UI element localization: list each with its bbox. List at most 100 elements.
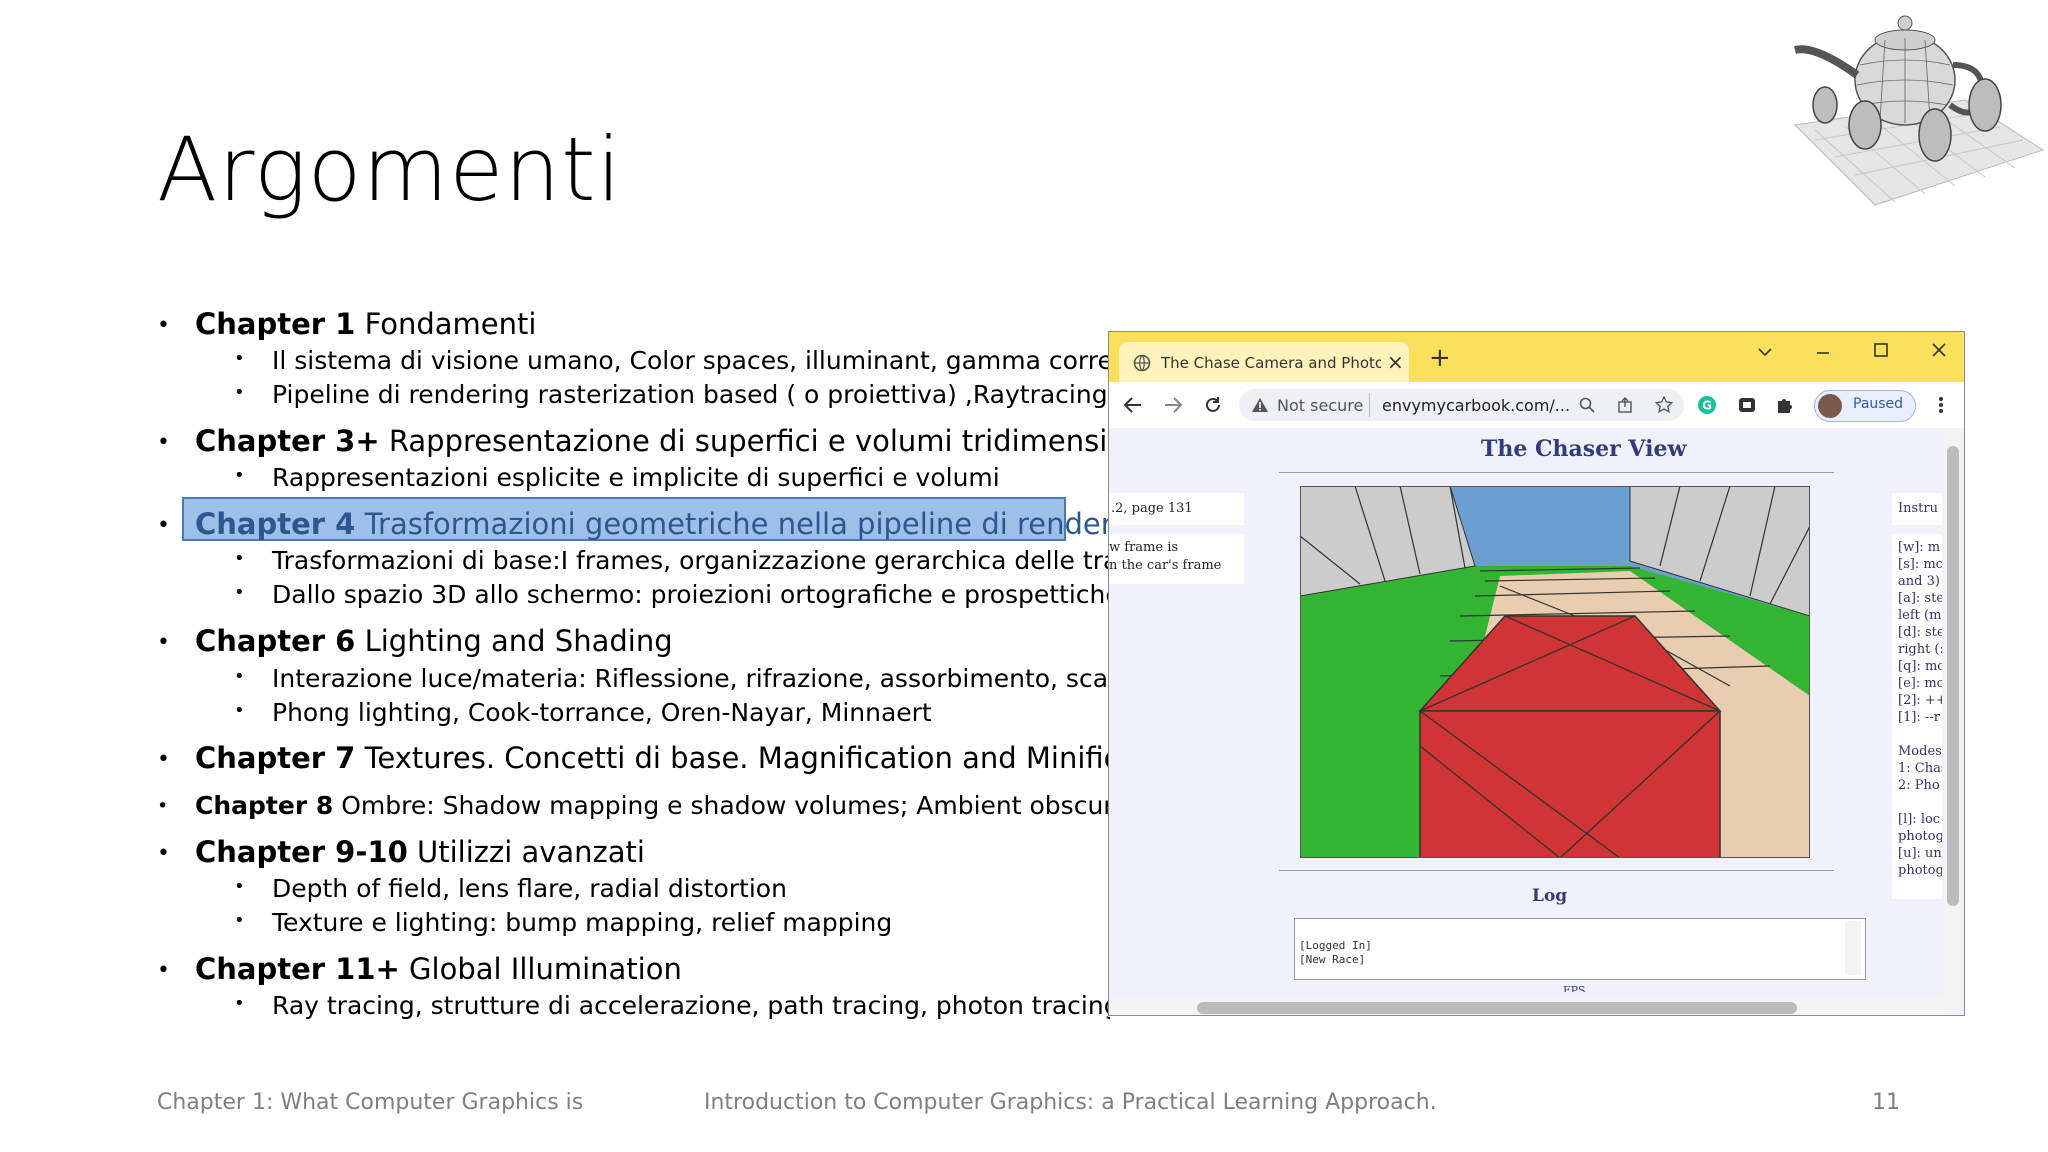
chapter-3-topic: Rappresentazioni esplicite e implicite d… [272, 463, 1000, 492]
chapter-label: Chapter 9-10 [195, 835, 408, 869]
warning-icon [1252, 398, 1268, 412]
profile-button[interactable]: Paused [1814, 390, 1916, 422]
back-icon[interactable] [1123, 396, 1143, 414]
puzzle-icon[interactable] [1775, 395, 1795, 415]
chevron-down-icon[interactable] [1757, 346, 1773, 358]
tab-bar: The Chase Camera and Photogra × + [1109, 332, 1964, 382]
footer-chapter: Chapter 1: What Computer Graphics is [157, 1090, 584, 1115]
minimize-icon[interactable] [1815, 346, 1831, 358]
page-content: The Chaser View .2, page 131 w frame is … [1109, 428, 1964, 1015]
forward-icon[interactable] [1163, 396, 1183, 414]
extension-icon[interactable] [1737, 395, 1757, 415]
address-bar[interactable]: Not secure envymycarbook.com/... [1239, 389, 1684, 421]
chapter-label: Chapter 8 [195, 791, 334, 820]
chapter-label: Chapter 6 [195, 624, 356, 658]
chapter-label: Chapter 11+ [195, 952, 400, 986]
bullet-icon: • [234, 700, 245, 721]
reload-icon[interactable] [1203, 395, 1223, 415]
horizontal-scrollbar[interactable] [1109, 998, 1944, 1015]
chapter-label: Chapter 1 [195, 307, 356, 341]
bullet-icon: • [157, 958, 170, 983]
info-text: n the car's frame [1109, 558, 1222, 573]
bullet-icon: • [157, 841, 170, 866]
chapter-1-topic: Il sistema di visione umano, Color space… [272, 346, 1110, 375]
bullet-icon: • [234, 348, 245, 369]
info-box: w frame is n the car's frame [1109, 534, 1244, 584]
bullet-icon: • [234, 666, 245, 687]
instruction-line: photog [1898, 829, 1942, 844]
close-window-icon[interactable] [1931, 342, 1947, 358]
info-text: w frame is [1109, 540, 1179, 555]
scroll-thumb[interactable] [1197, 1002, 1797, 1014]
scroll-thumb[interactable] [1947, 446, 1959, 906]
log-textarea[interactable]: [Logged In] [New Race] [1294, 918, 1866, 980]
globe-icon [1133, 354, 1151, 372]
chapter-title: Lighting and Shading [355, 624, 673, 658]
close-tab-icon[interactable]: × [1387, 350, 1404, 374]
instruction-line: 1: Chas [1898, 761, 1942, 776]
bullet-icon: • [234, 910, 245, 931]
instruction-line: 2: Pho [1898, 778, 1940, 793]
toolbar: Not secure envymycarbook.com/... G Pause… [1109, 382, 1964, 429]
instruction-line: [s]: mc [1898, 557, 1942, 572]
info-box: .2, page 131 [1109, 493, 1244, 525]
share-icon[interactable] [1617, 397, 1633, 413]
chapter-4-topic: Trasformazioni di base:I frames, organiz… [272, 546, 1110, 575]
security-label: Not secure [1277, 396, 1364, 415]
url-text: envymycarbook.com/... [1382, 396, 1571, 415]
instruction-line: left (m [1898, 608, 1942, 623]
instructions-header: Instru [1892, 493, 1942, 525]
chapter-label: Chapter 4 [195, 507, 356, 541]
chapter-title: Trasformazioni geometriche nella pipelin… [355, 507, 1110, 541]
instruction-line: right (: [1898, 642, 1942, 657]
grammarly-extension-icon[interactable]: G [1697, 395, 1717, 415]
bullet-icon: • [234, 876, 245, 897]
bullet-icon: • [157, 313, 170, 338]
instruction-line: [d]: ste [1898, 625, 1942, 640]
chapter-title: Rappresentazione di superfici e volumi t… [379, 424, 1110, 458]
maximize-icon[interactable] [1873, 342, 1889, 358]
bullet-icon: • [234, 465, 245, 486]
divider [1279, 870, 1834, 871]
chapter-4-topic: Dallo spazio 3D allo schermo: proiezioni… [272, 580, 1110, 609]
instruction-line: photog [1898, 863, 1942, 878]
instruction-line: [2]: ++ [1898, 693, 1942, 708]
browser-tab[interactable]: The Chase Camera and Photogra × [1119, 342, 1409, 382]
chapter-9-10-topic: Depth of field, lens flare, radial disto… [272, 874, 787, 903]
instructions-panel: [w]: m [s]: mc and 3) [a]: ste left (m [d]: s… [1892, 534, 1942, 899]
instruction-line: [l]: loc [1898, 812, 1941, 827]
bullet-icon: • [157, 630, 170, 655]
instruction-line: [w]: m [1898, 540, 1941, 555]
bullet-icon: • [234, 548, 245, 569]
topics-list: • Chapter 1 Fondamenti • Il sistema di v… [0, 0, 1110, 1152]
bullet-icon: • [157, 747, 170, 772]
chapter-6-topic: Phong lighting, Cook-torrance, Oren-Naya… [272, 698, 932, 727]
chapter-title: Global Illumination [399, 952, 682, 986]
instruction-line: [e]: mc [1898, 676, 1942, 691]
bullet-icon: • [234, 993, 245, 1014]
new-tab-button[interactable]: + [1429, 343, 1451, 373]
teapot-car-logo [1793, 15, 2045, 206]
bullet-icon: • [157, 795, 169, 817]
log-scrollbar[interactable] [1845, 921, 1861, 975]
instruction-line: [1]: --r [1898, 710, 1940, 725]
page-heading: The Chaser View [1481, 436, 1687, 462]
instruction-line: [q]: mc [1898, 659, 1942, 674]
log-line: [Logged In] [1299, 939, 1372, 952]
footer-book-title: Introduction to Computer Graphics: a Pra… [704, 1090, 1437, 1115]
menu-icon[interactable] [1937, 395, 1945, 415]
chapter-title: Textures. Concetti di base. Magnificatio… [364, 741, 1110, 775]
vertical-scrollbar[interactable] [1944, 428, 1962, 1008]
chapter-8-heading: Chapter 8 Ombre: Shadow mapping e shadow… [195, 791, 1110, 820]
chapter-3-heading: Chapter 3+ Rappresentazione di superfici… [195, 424, 1110, 458]
svg-text:G: G [1702, 399, 1712, 413]
star-icon[interactable] [1655, 396, 1673, 414]
bullet-icon: • [234, 582, 245, 603]
instruction-line: [u]: un [1898, 846, 1942, 861]
chaser-view-canvas[interactable] [1300, 486, 1810, 858]
bullet-icon: • [234, 382, 245, 403]
zoom-icon[interactable] [1579, 397, 1595, 413]
bullet-icon: • [157, 513, 170, 538]
bullet-icon: • [157, 430, 170, 455]
chapter-4-heading[interactable]: Chapter 4 Trasformazioni geometriche nel… [195, 507, 1110, 541]
